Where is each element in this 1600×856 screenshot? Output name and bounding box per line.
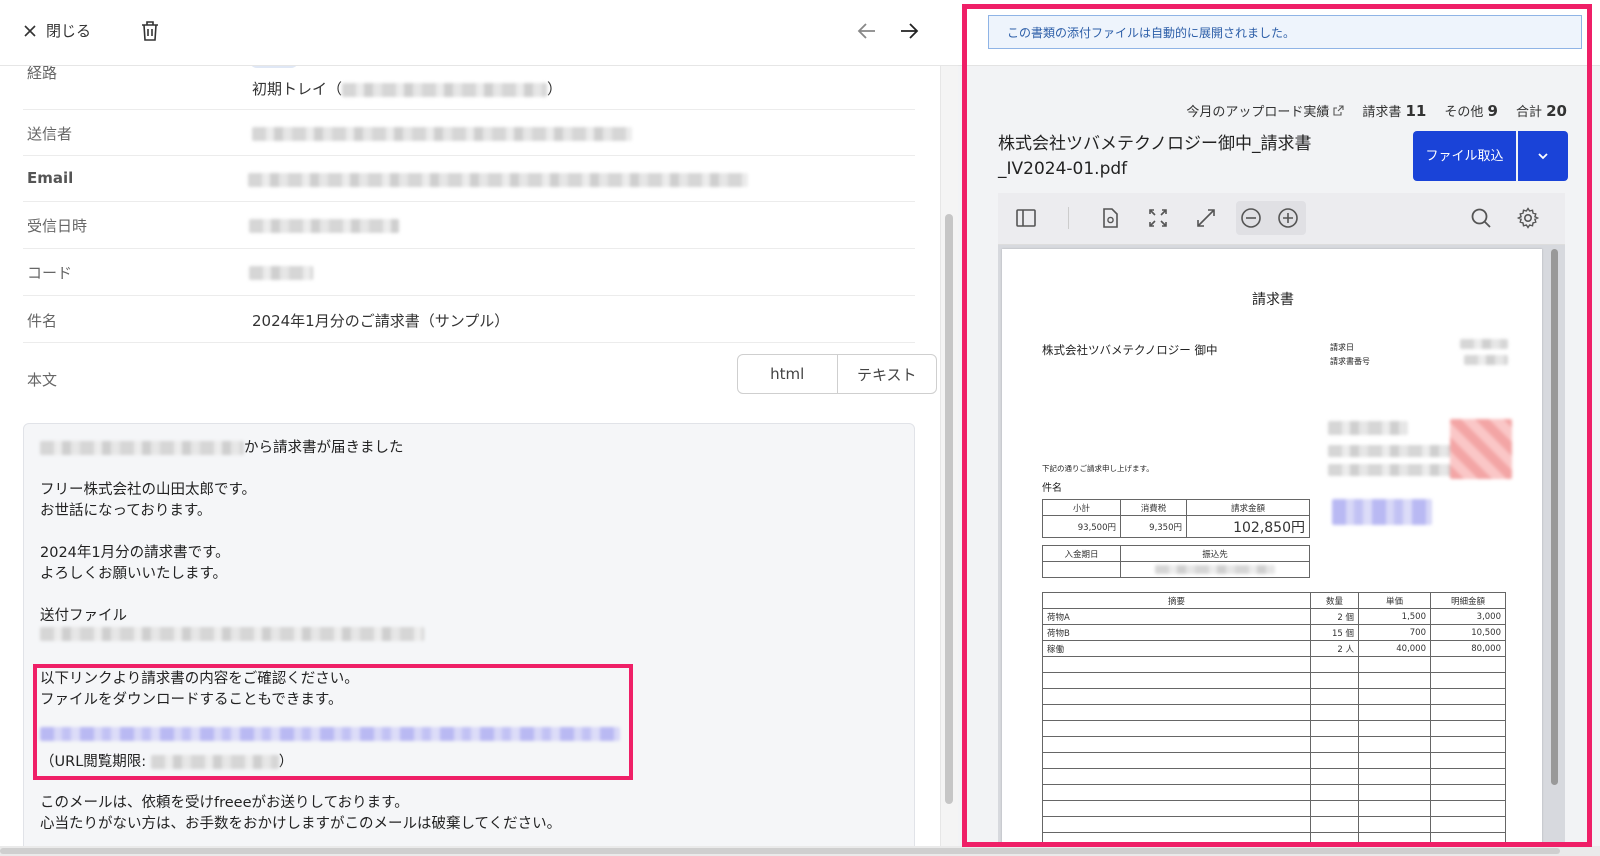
upload-stats: 今月のアップロード実績 請求書 11 その他 9 合計 20 — [1186, 101, 1567, 120]
mail-toolbar: 閉じる — [0, 0, 958, 66]
file-name: 株式会社ツバメテクノロジー御中_請求書_IV2024-01.pdf — [998, 134, 1312, 179]
subject-label: 件名 — [27, 312, 58, 330]
pdf-viewer[interactable]: 請求書 株式会社ツバメテクノロジー 御中 請求日 請求書番号 下記の通りご請求申… — [998, 245, 1565, 856]
expand-icon[interactable] — [1194, 206, 1218, 230]
body-line-6: 送付ファイル — [40, 608, 127, 624]
received-redacted — [249, 218, 399, 233]
invoice-payment-table: 入金期日 振込先 — [1042, 545, 1310, 578]
zoom-in-icon[interactable] — [1276, 206, 1300, 230]
invoice-number-label: 請求書番号 — [1330, 357, 1370, 366]
pdf-toolbar — [998, 193, 1565, 245]
body-line-3: お世話になっております。 — [40, 503, 212, 519]
pdf-page: 請求書 株式会社ツバメテクノロジー 御中 請求日 請求書番号 下記の通りご請求申… — [1002, 249, 1542, 856]
import-dropdown-button[interactable] — [1518, 131, 1568, 181]
trash-icon[interactable] — [139, 19, 161, 43]
link-highlight-box — [33, 664, 633, 780]
html-tab[interactable]: html — [738, 355, 837, 393]
search-icon[interactable] — [1469, 206, 1493, 230]
sidebar-toggle-icon[interactable] — [1014, 206, 1038, 230]
invoice-greeting: 下記の通りご請求申し上げます。 — [1042, 464, 1154, 473]
arrow-right-icon[interactable] — [898, 20, 920, 42]
import-file-button[interactable]: ファイル取込 — [1413, 131, 1516, 181]
body-line-2: フリー株式会社の山田太郎です。 — [40, 482, 257, 498]
sender-label: 送信者 — [27, 125, 73, 143]
received-row: 受信日時 — [23, 202, 915, 249]
email-row: Email — [23, 156, 915, 202]
body-line-1: から請求書が届きました — [40, 436, 404, 457]
body-label: 本文 — [27, 371, 58, 389]
code-row: コード — [23, 249, 915, 296]
body-line-5: よろしくお願いいたします。 — [40, 566, 228, 582]
invoice-items-table: 摘要 数量 単価 明細金額 荷物A 2 個 1,500 3,000 荷物B 15… — [1042, 592, 1506, 849]
sender-row: 送信者 — [23, 110, 915, 156]
fit-page-icon[interactable] — [1146, 206, 1170, 230]
close-label: 閉じる — [46, 22, 92, 40]
auto-expand-notice: この書類の添付ファイルは自動的に展開されました。 — [988, 15, 1582, 49]
chevron-down-icon — [1538, 153, 1548, 160]
invoice-item-row: 荷物B 15 個 700 10,500 — [1042, 624, 1506, 641]
invoice-summary-table: 小計 消費税 請求金額 93,500円 9,350円 102,850円 — [1042, 499, 1310, 538]
body-line-4: 2024年1月分の請求書です。 — [40, 545, 230, 561]
stat-other: その他 9 — [1444, 102, 1498, 120]
company-seal — [1450, 419, 1512, 479]
route-value: 初期トレイ（） — [252, 80, 563, 98]
route-row: 経路 初期トレイ（） — [23, 64, 915, 110]
invoice-item-row: 稼働 2 人 40,000 80,000 — [1042, 640, 1506, 657]
close-icon — [24, 24, 36, 37]
received-label: 受信日時 — [27, 217, 88, 235]
external-link-icon — [1333, 105, 1344, 116]
invoice-recipient: 株式会社ツバメテクノロジー 御中 — [1042, 343, 1218, 357]
page-settings-icon[interactable] — [1098, 206, 1122, 230]
body-format-toggle: html テキスト — [737, 354, 937, 394]
gear-icon[interactable] — [1516, 206, 1540, 230]
pdf-scrollbar[interactable] — [1551, 249, 1558, 785]
invoice-item-row: 荷物A 2 個 1,500 3,000 — [1042, 608, 1506, 625]
body-line-11: 心当たりがない方は、お手数をおかけしますがこのメールは破棄してください。 — [40, 816, 562, 832]
text-tab[interactable]: テキスト — [836, 355, 937, 393]
mail-detail-pane: 閉じる 経路 初期トレイ（） 送信者 Email 受信日時 コード 件名 202… — [0, 0, 958, 856]
subject-row: 件名 2024年1月分のご請求書（サンプル） — [23, 296, 915, 343]
route-redacted — [342, 82, 548, 97]
mail-body: から請求書が届きました フリー株式会社の山田太郎です。 お世話になっております。… — [23, 423, 915, 856]
body-line-10: このメールは、依頼を受けfreeeがお送りしております。 — [40, 795, 409, 811]
invoice-title: 請求書 — [1252, 292, 1294, 308]
email-label: Email — [27, 169, 74, 187]
zoom-controls — [1236, 201, 1306, 235]
sender-redacted — [252, 126, 632, 141]
zoom-out-icon[interactable] — [1239, 206, 1263, 230]
subject-value: 2024年1月分のご請求書（サンプル） — [252, 312, 510, 330]
code-redacted — [249, 265, 313, 280]
horizontal-scroll-thumb[interactable] — [0, 848, 1560, 854]
close-button[interactable]: 閉じる — [22, 20, 91, 41]
email-redacted — [248, 172, 748, 187]
invoice-subject-label: 件名 — [1042, 483, 1062, 494]
arrow-left-icon[interactable] — [856, 20, 878, 42]
body-row: 本文 html テキスト — [23, 343, 937, 411]
attachment-link[interactable] — [40, 626, 424, 642]
upload-record-link[interactable]: 今月のアップロード実績 — [1186, 101, 1344, 120]
invoice-date-label: 請求日 — [1330, 343, 1354, 352]
stat-total: 合計 20 — [1515, 102, 1567, 120]
code-label: コード — [27, 264, 73, 282]
stat-invoice: 請求書 11 — [1362, 102, 1427, 120]
left-scroll-thumb[interactable] — [945, 214, 953, 804]
attachment-pane: この書類の添付ファイルは自動的に展開されました。 今月のアップロード実績 請求書… — [958, 0, 1600, 856]
